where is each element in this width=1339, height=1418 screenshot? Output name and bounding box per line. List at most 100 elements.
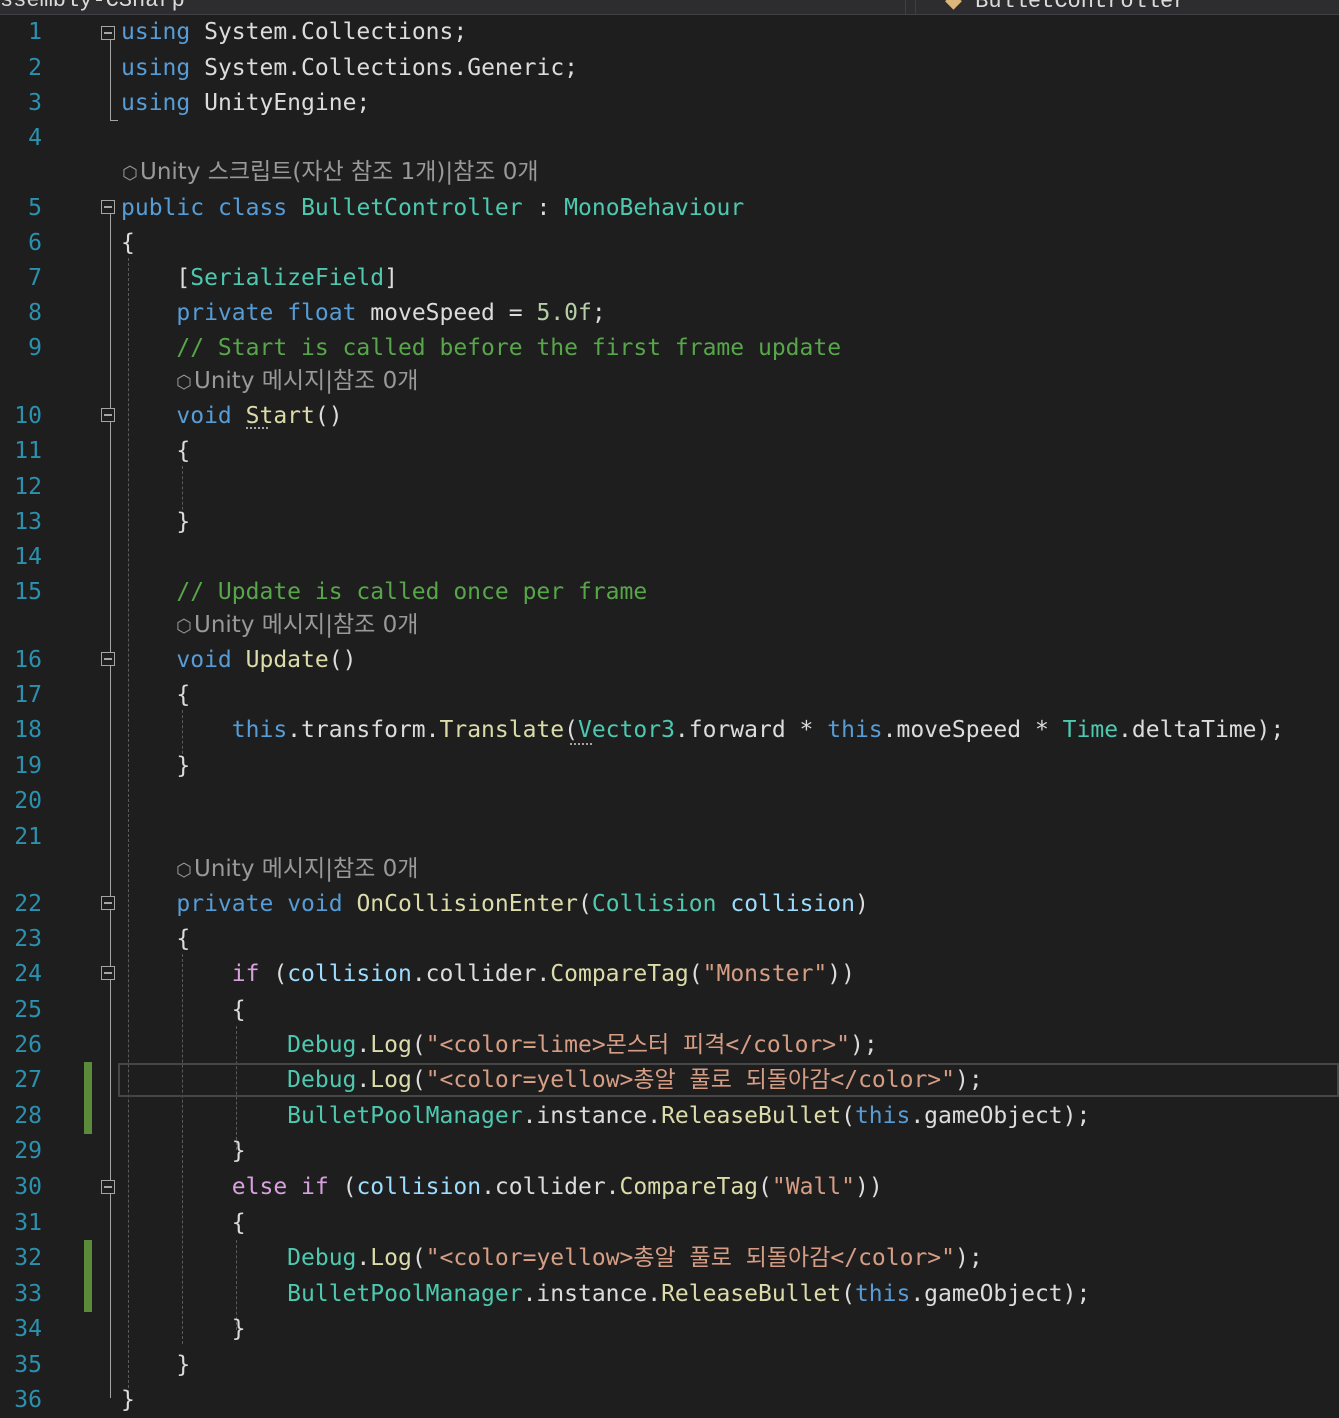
codelens-update-text: Unity 메시지|참조 0개 [194, 612, 419, 638]
line-number: 9 [28, 335, 42, 361]
code-line[interactable]: 3 using UnityEngine; [0, 85, 1339, 121]
code-line[interactable]: 23 { [0, 921, 1339, 957]
code-line[interactable]: 11 { [0, 433, 1339, 469]
code-token: . [356, 1032, 371, 1058]
code-text: this.transform.Translate(Vector3.forward… [121, 712, 1284, 748]
code-token: ); [955, 1245, 983, 1271]
code-token: .instance. [522, 1103, 662, 1129]
code-token: 5.0f [536, 300, 592, 326]
collapse-if-toggle[interactable] [101, 966, 115, 980]
code-line[interactable]: 10 void Start() [0, 398, 1339, 434]
code-line[interactable]: 13 } [0, 504, 1339, 540]
code-token: . [287, 19, 302, 45]
code-line[interactable]: 4 [0, 120, 1339, 156]
code-token: } [121, 509, 191, 535]
code-line[interactable]: 30 else if (collision.collider.CompareTa… [0, 1169, 1339, 1205]
code-token: void [176, 647, 232, 673]
code-line[interactable]: 21 [0, 819, 1339, 855]
code-line[interactable]: 2 using System.Collections.Generic; [0, 50, 1339, 86]
code-line[interactable]: 24 if (collision.collider.CompareTag("Mo… [0, 956, 1339, 992]
code-token: { [121, 997, 246, 1023]
code-line[interactable]: 27 Debug.Log("<color=yellow>총알 풀로 되돌아감</… [0, 1062, 1339, 1098]
code-token: Collections [301, 55, 454, 81]
code-text: // Start is called before the first fram… [121, 330, 841, 366]
code-line[interactable]: 19 } [0, 748, 1339, 784]
code-token: BulletPoolManager [287, 1281, 523, 1307]
codelens-oncollision[interactable]: ⬡Unity 메시지|참조 0개 [176, 852, 418, 886]
code-token: . [356, 1245, 371, 1271]
code-editor[interactable]: 1 using System.Collections; 2 using System.… [0, 14, 1339, 1413]
code-line[interactable]: 6{ [0, 225, 1339, 261]
code-line[interactable]: 7 [SerializeField] [0, 260, 1339, 296]
code-token: this [854, 1103, 911, 1129]
code-token: () [314, 403, 343, 429]
collapse-elseif-toggle[interactable] [101, 1180, 115, 1194]
code-token: else [231, 1174, 288, 1200]
code-line[interactable]: 15 // Update is called once per frame [0, 574, 1339, 610]
code-token: Log [370, 1245, 412, 1271]
collapse-update-toggle[interactable] [101, 652, 115, 666]
code-line[interactable]: 16 void Update() [0, 642, 1339, 678]
code-token: .deltaTime); [1118, 717, 1285, 743]
code-line[interactable]: 12 [0, 469, 1339, 505]
code-token: . [287, 55, 302, 81]
line-number: 3 [28, 90, 42, 116]
code-line[interactable]: 22 private void OnCollisionEnter(Collisi… [0, 886, 1339, 922]
collapse-class-toggle[interactable] [101, 200, 115, 214]
code-token: float [287, 300, 357, 326]
project-dropdown[interactable]: ssembly-CSharp [0, 0, 185, 13]
code-token: this [231, 717, 288, 743]
code-token: "<color=yellow>총알 풀로 되돌아감</color>" [425, 1067, 955, 1093]
collapse-start-toggle[interactable] [101, 408, 115, 422]
collapse-usings-toggle[interactable] [101, 26, 115, 40]
codelens-class[interactable]: ⬡Unity 스크립트(자산 참조 1개)|참조 0개 [122, 155, 539, 189]
code-line[interactable]: 28 BulletPoolManager.instance.ReleaseBul… [0, 1098, 1339, 1134]
codelens-start-text: Unity 메시지|참조 0개 [194, 368, 419, 394]
code-line[interactable]: 32 Debug.Log("<color=yellow>총알 풀로 되돌아감</… [0, 1240, 1339, 1276]
code-line[interactable]: 20 [0, 783, 1339, 819]
codelens-update[interactable]: ⬡Unity 메시지|참조 0개 [176, 608, 418, 642]
code-line[interactable]: 33 BulletPoolManager.instance.ReleaseBul… [0, 1276, 1339, 1312]
line-number: 31 [14, 1210, 42, 1236]
code-token: .transform. [287, 717, 440, 743]
code-token: ); [955, 1067, 983, 1093]
code-line[interactable]: 26 Debug.Log("<color=lime>몬스터 피격</color>… [0, 1027, 1339, 1063]
code-line[interactable]: 34 } [0, 1311, 1339, 1347]
code-token: MonoBehaviour [564, 195, 745, 221]
code-text: else if (collision.collider.CompareTag("… [121, 1169, 883, 1205]
code-text: { [121, 992, 246, 1028]
code-text: BulletPoolManager.instance.ReleaseBullet… [121, 1276, 1090, 1312]
code-line[interactable]: 1 using System.Collections; [0, 14, 1339, 50]
member-dropdown[interactable]: ◆ BulletController [945, 0, 1186, 14]
line-number: 26 [14, 1032, 42, 1058]
code-token: void [176, 403, 232, 429]
code-line[interactable]: 35 } [0, 1347, 1339, 1383]
code-token: .gameObject); [910, 1103, 1091, 1129]
code-text: Debug.Log("<color=lime>몬스터 피격</color>"); [121, 1027, 878, 1063]
codelens-start[interactable]: ⬡Unity 메시지|참조 0개 [176, 364, 418, 398]
code-line[interactable]: 31 { [0, 1205, 1339, 1241]
code-line[interactable]: 18 this.transform.Translate(Vector3.forw… [0, 712, 1339, 748]
code-line[interactable]: 8 private float moveSpeed = 5.0f; [0, 295, 1339, 331]
code-token: void [287, 891, 343, 917]
code-line[interactable]: 25 { [0, 992, 1339, 1028]
code-text: // Update is called once per frame [121, 574, 647, 610]
code-token: .collider. [481, 1174, 620, 1200]
code-line[interactable]: 29 } [0, 1133, 1339, 1169]
code-line[interactable]: 17 { [0, 677, 1339, 713]
code-line[interactable]: 36} [0, 1382, 1339, 1418]
line-number: 10 [14, 403, 42, 429]
code-text: Debug.Log("<color=yellow>총알 풀로 되돌아감</col… [121, 1062, 983, 1098]
code-line[interactable]: 14 [0, 539, 1339, 575]
code-token: class [217, 195, 288, 221]
code-line[interactable]: 5 public class BulletController : MonoBeh… [0, 190, 1339, 226]
code-line[interactable]: 9 // Start is called before the first fr… [0, 330, 1339, 366]
code-token: Debug [287, 1032, 357, 1058]
collapse-oncollision-toggle[interactable] [101, 896, 115, 910]
tab-separator [915, 0, 916, 14]
